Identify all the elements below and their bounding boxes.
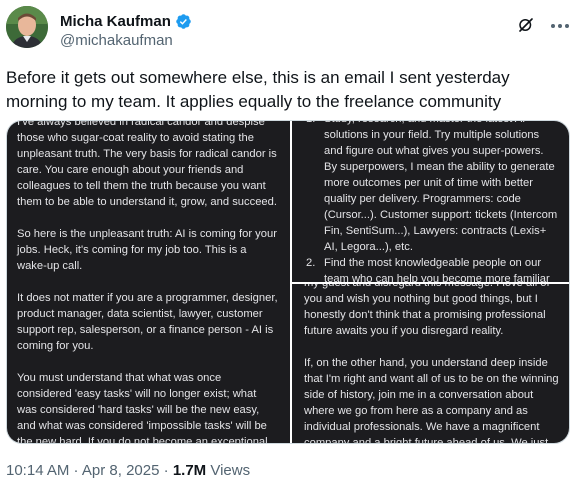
email-screenshot-left[interactable]: I've always believed in radical candor a… [7,121,290,443]
tweet-text: Before it gets out somewhere else, this … [6,68,510,111]
tweet-meta: 10:14 AM · Apr 8, 2025 · 1.7M Views [6,462,250,479]
profile-photo-icon [6,6,48,48]
tweet-date[interactable]: Apr 8, 2025 [82,462,160,479]
email-paragraph: So here is the unpleasant truth: AI is c… [17,228,277,272]
email-paragraph: I've always believed in radical candor a… [17,121,277,208]
email-screenshot-top-right[interactable]: 1. Study, research, and master the lates… [292,121,569,282]
separator: · [69,462,82,479]
list-item: 1. Study, research, and master the lates… [304,121,559,255]
email-screenshot-bottom-right[interactable]: my guest and disregard this message. I l… [292,284,569,443]
email-paragraph: If, on the other hand, you understand de… [304,357,559,443]
list-item-text: Study, research, and master the latest A… [324,121,558,253]
avatar[interactable] [6,6,48,48]
views-count: 1.7M [172,462,207,479]
list-item: 2. Find the most knowledgeable people on… [304,255,559,282]
email-paragraph: It does not matter if you are a programm… [17,292,278,352]
list-item-number: 2. [306,257,316,269]
separator: · [159,462,173,479]
tweet-header: Micha Kaufman @michakaufman [6,6,571,52]
email-list: 1. Study, research, and master the lates… [304,121,559,282]
verified-badge-icon [176,14,191,29]
views-label: Views [206,462,251,479]
email-paragraph: You must understand that what was once c… [17,372,268,443]
list-item-number: 1. [304,121,324,255]
tweet-time[interactable]: 10:14 AM [6,462,69,479]
grok-icon[interactable] [517,16,535,34]
more-horizontal-icon[interactable] [549,16,571,36]
author-handle[interactable]: @michakaufman [60,32,173,49]
tweet-media[interactable]: I've always believed in radical candor a… [6,120,570,444]
list-item-text: Find the most knowledgeable people on ou… [324,257,550,282]
author-display-name[interactable]: Micha Kaufman [60,13,171,30]
email-paragraph: my guest and disregard this message. I l… [304,284,550,337]
